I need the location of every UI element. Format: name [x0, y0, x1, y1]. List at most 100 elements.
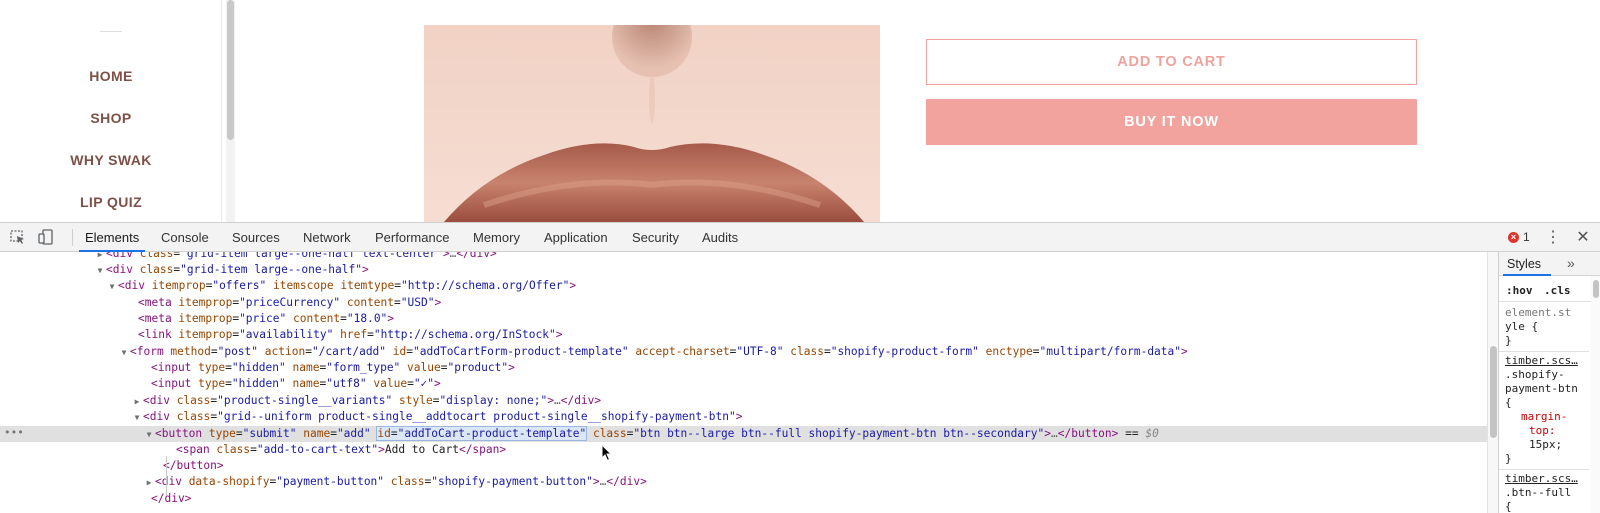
dom-node[interactable]: <input type="hidden" name="form_type" va…	[0, 360, 1487, 376]
nav-item-why-swak[interactable]: WHY SWAK	[0, 152, 222, 168]
dom-node[interactable]: ▼ <form method="post" action="/cart/add" …	[0, 344, 1487, 360]
dom-token: $0	[1145, 427, 1159, 440]
dom-node[interactable]: </button>	[0, 458, 1487, 474]
dom-node[interactable]: ▼ <div class="grid--uniform product-singl…	[0, 409, 1487, 425]
dom-node-selected[interactable]: ▼ <button type="submit" name="add" id="ad…	[0, 426, 1487, 442]
dom-token: action	[264, 345, 306, 358]
dom-token: itemprop	[178, 296, 233, 309]
styles-pane: Styles » :hov .cls element.st yle { } ti…	[1498, 252, 1600, 513]
tab-console[interactable]: Console	[161, 223, 209, 252]
dom-node[interactable]: ▶ <div class="product-single__variants" s…	[0, 393, 1487, 409]
dom-token: method	[170, 345, 211, 358]
more-tabs-chevron-icon[interactable]: »	[1567, 252, 1575, 276]
tab-application[interactable]: Application	[544, 223, 608, 252]
site-nav-scrollbar[interactable]	[226, 0, 235, 222]
dom-token: <meta	[138, 296, 179, 309]
dom-token: ==	[1118, 427, 1146, 440]
tab-performance[interactable]: Performance	[375, 223, 449, 252]
stylesheet-source-link[interactable]: timber.scs…	[1505, 354, 1578, 368]
tab-styles[interactable]: Styles	[1507, 252, 1541, 276]
dom-token: =	[330, 427, 337, 440]
tab-network[interactable]: Network	[303, 223, 351, 252]
tab-audits[interactable]: Audits	[702, 223, 738, 252]
hover-state-toggle[interactable]: :hov	[1506, 284, 1533, 297]
nav-item-lip-quiz[interactable]: LIP QUIZ	[0, 194, 222, 210]
lips-photo	[424, 25, 880, 222]
device-toolbar-icon[interactable]	[37, 229, 55, 245]
dom-token: "grid--uniform product-single__addtocart…	[217, 410, 736, 423]
dom-node[interactable]: ▶ <div class="grid-item large--one-half t…	[0, 252, 1487, 262]
dom-node[interactable]: <span class="add-to-cart-text">Add to Ca…	[0, 442, 1487, 458]
dom-token: </div>	[606, 475, 647, 488]
dom-token: "priceCurrency"	[239, 296, 341, 309]
close-devtools-icon[interactable]: ✕	[1574, 223, 1592, 252]
scrollbar-thumb[interactable]	[1490, 346, 1497, 438]
dom-node[interactable]: <link itemprop="availability" href="http…	[0, 327, 1487, 343]
dom-token: >	[442, 252, 450, 260]
dom-node[interactable]: <meta itemprop="priceCurrency" content="…	[0, 295, 1487, 311]
collapse-triangle-icon[interactable]: ▼	[143, 427, 155, 443]
collapse-triangle-icon[interactable]: ▼	[131, 410, 143, 426]
dom-node[interactable]: ▶ <div data-shopify="payment-button" clas…	[0, 474, 1487, 490]
node-actions-ellipsis-icon[interactable]: •••	[4, 426, 24, 439]
add-to-cart-button[interactable]: ADD TO CART	[926, 39, 1417, 85]
stylesheet-source-link[interactable]: timber.scs…	[1505, 472, 1578, 486]
collapse-triangle-icon[interactable]: ▼	[94, 263, 106, 279]
highlighted-attribute[interactable]: id="addToCart-product-template"	[376, 426, 588, 441]
dom-token: itemprop	[178, 312, 233, 325]
dom-token: <button	[155, 427, 209, 440]
dom-tree-scrollbar[interactable]	[1487, 252, 1498, 513]
inspect-element-icon[interactable]	[9, 229, 27, 245]
dom-token: >	[1181, 345, 1188, 358]
attribute-link[interactable]: http://schema.org/InStock	[381, 328, 549, 341]
dom-node[interactable]: <meta itemprop="price" content="18.0">	[0, 311, 1487, 327]
dom-token: =	[235, 427, 243, 440]
error-counter[interactable]: × 1	[1508, 223, 1530, 252]
buy-it-now-button[interactable]: BUY IT NOW	[926, 99, 1417, 145]
rule-selector: .shopify-	[1505, 368, 1565, 381]
expand-triangle-icon[interactable]: ▶	[131, 394, 143, 410]
dom-token: </div>	[456, 252, 497, 260]
css-property-value[interactable]: 15px;	[1529, 438, 1562, 452]
styles-tab-indicator	[1503, 274, 1551, 276]
dom-token	[286, 361, 293, 374]
dom-token: "add-to-cart-text"	[256, 443, 379, 456]
dom-node[interactable]: </div>	[0, 491, 1487, 507]
collapse-triangle-icon[interactable]: ▼	[106, 279, 118, 295]
dom-token: =	[340, 312, 347, 325]
dom-token	[266, 279, 273, 292]
dom-token: >	[547, 394, 554, 407]
dom-token: "✓"	[413, 377, 435, 390]
css-property-name[interactable]: margin-	[1521, 410, 1567, 424]
scrollbar-thumb[interactable]	[1593, 280, 1599, 298]
dom-token: "product-single__variants"	[217, 394, 393, 407]
nav-item-shop[interactable]: SHOP	[0, 110, 222, 126]
dom-node[interactable]: ▼ <div class="grid-item large--one-half">	[0, 262, 1487, 278]
dom-node[interactable]: <input type="hidden" name="utf8" value="…	[0, 376, 1487, 392]
dom-token: class	[592, 427, 627, 440]
dom-token: =	[406, 345, 414, 358]
tab-security[interactable]: Security	[632, 223, 679, 252]
css-property-name-cont[interactable]: top:	[1529, 424, 1556, 438]
more-options-icon[interactable]: ⋮	[1544, 223, 1562, 252]
scrollbar-thumb[interactable]	[227, 0, 234, 140]
tab-sources[interactable]: Sources	[232, 223, 280, 252]
styles-scrollbar[interactable]	[1591, 276, 1600, 513]
collapse-triangle-icon[interactable]: ▼	[118, 345, 130, 361]
dom-token: >	[1044, 427, 1052, 440]
dom-token: "btn btn--large btn--full shopify-paymen…	[633, 427, 1045, 440]
dom-node[interactable]: ▼ <div itemprop = "offers" itemscope itemty…	[0, 278, 1487, 294]
nav-item-home[interactable]: HOME	[0, 68, 222, 84]
website-viewport: HOME SHOP WHY SWAK LIP QUIZ ADD TO CART …	[0, 0, 1600, 222]
dom-token: "	[548, 328, 556, 341]
dom-token: "hidden"	[231, 361, 286, 374]
tab-elements[interactable]: Elements	[85, 223, 139, 252]
dom-token: "multipart/form-data"	[1039, 345, 1181, 358]
tab-memory[interactable]: Memory	[473, 223, 520, 252]
dom-token	[286, 312, 293, 325]
elements-dom-tree[interactable]: ▶ <div class="grid-item large--one-half t…	[0, 252, 1487, 513]
expand-triangle-icon[interactable]: ▶	[143, 475, 155, 491]
dom-token: "payment-button"	[276, 475, 385, 488]
class-toggle[interactable]: .cls	[1544, 284, 1571, 297]
dom-token: name	[303, 427, 331, 440]
